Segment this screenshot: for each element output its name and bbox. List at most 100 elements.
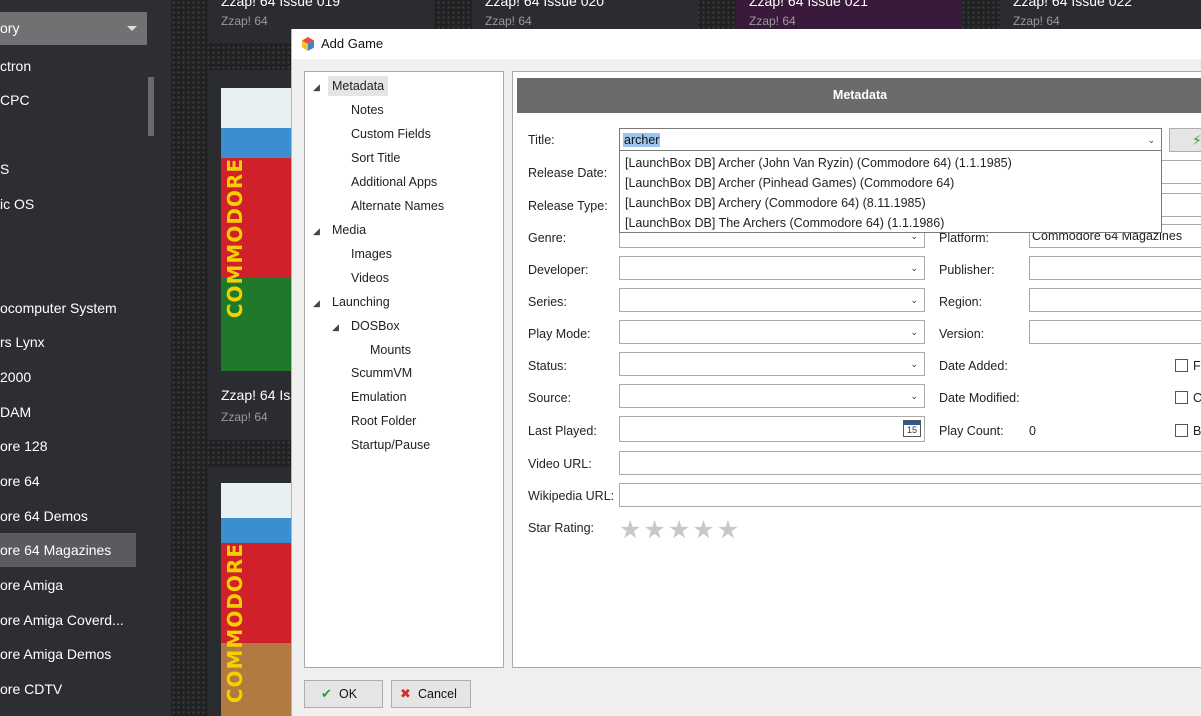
sidebar-item[interactable]: ore CDTV <box>0 672 136 706</box>
publisher-combobox[interactable] <box>1029 256 1201 280</box>
star-rating-control[interactable]: ★★★★★ <box>619 517 741 543</box>
tree-item-additional-apps[interactable]: Additional Apps <box>351 172 437 192</box>
play-mode-label: Play Mode: <box>528 327 591 341</box>
category-combobox[interactable]: ory <box>0 12 147 45</box>
sidebar-item[interactable]: ore Amiga <box>0 568 136 602</box>
card-subtitle: Zzap! 64 <box>221 14 268 28</box>
region-combobox[interactable] <box>1029 288 1201 312</box>
sidebar-item[interactable]: rs Lynx <box>0 325 136 359</box>
tree-item-alternate-names[interactable]: Alternate Names <box>351 196 444 216</box>
sidebar-item[interactable]: CPC <box>0 83 136 117</box>
sidebar-item[interactable]: ore Amiga Demos <box>0 637 136 671</box>
tree-item-dosbox[interactable]: DOSBox <box>351 316 400 336</box>
tree-item-custom-fields[interactable]: Custom Fields <box>351 124 431 144</box>
chevron-down-icon[interactable]: ⌄ <box>1147 135 1155 146</box>
add-game-dialog: Add Game ◢ Metadata Notes Custom Fields … <box>291 29 1201 716</box>
star-icon[interactable]: ★ <box>668 517 690 543</box>
tree-item-notes[interactable]: Notes <box>351 100 384 120</box>
tree-item-emulation[interactable]: Emulation <box>351 387 407 407</box>
status-combobox[interactable]: ⌄ <box>619 352 925 376</box>
broken-checkbox[interactable] <box>1175 424 1188 437</box>
wikipedia-url-input[interactable] <box>619 483 1201 507</box>
sidebar-scrollbar[interactable] <box>148 77 154 136</box>
developer-label: Developer: <box>528 263 589 277</box>
section-tree: ◢ Metadata Notes Custom Fields Sort Titl… <box>304 71 504 668</box>
gallery-card[interactable]: Zzap! 64 Issue 022 Zzap! 64 <box>1000 0 1201 29</box>
version-input[interactable] <box>1029 320 1201 344</box>
platform-sidebar: ory ctron CPC Sic OS ocomputer System rs Lyn… <box>0 0 171 716</box>
expanded-arrow-icon[interactable]: ◢ <box>313 82 320 93</box>
close-icon: ✖ <box>400 686 411 701</box>
source-combobox[interactable]: ⌄ <box>619 384 925 408</box>
gallery-card[interactable]: Zzap! 64 Issue 020 Zzap! 64 <box>472 0 698 29</box>
last-played-datepicker[interactable]: 15 <box>619 416 925 442</box>
tree-item-root-folder[interactable]: Root Folder <box>351 411 416 431</box>
chevron-down-icon: ⌄ <box>910 327 918 337</box>
ok-button[interactable]: ✔ OK <box>304 680 383 708</box>
tree-item-launching[interactable]: Launching <box>332 292 390 312</box>
tree-item-mounts[interactable]: Mounts <box>370 340 411 360</box>
sidebar-item[interactable]: ore Amiga Coverd... <box>0 603 136 637</box>
tree-item-media[interactable]: Media <box>332 220 366 240</box>
expanded-arrow-icon[interactable]: ◢ <box>313 298 320 309</box>
sidebar-item[interactable]: ic OS <box>0 187 136 221</box>
suggestion-item[interactable]: [LaunchBox DB] The Archers (Commodore 64… <box>625 213 944 233</box>
play-mode-combobox[interactable]: ⌄ <box>619 320 925 344</box>
title-label: Title: <box>528 133 555 147</box>
title-combobox[interactable]: archer ⌄ <box>619 128 1162 152</box>
suggestion-item[interactable]: [LaunchBox DB] Archery (Commodore 64) (8… <box>625 193 926 213</box>
gallery-card[interactable]: COMMODORE Zzap! 64 Iss Zzap! 64 <box>208 70 297 440</box>
chevron-down-icon: ⌄ <box>910 391 918 401</box>
expanded-arrow-icon[interactable]: ◢ <box>313 226 320 237</box>
gallery-card[interactable]: Zzap! 64 Issue 021 Zzap! 64 <box>736 0 962 29</box>
developer-combobox[interactable]: ⌄ <box>619 256 925 280</box>
completed-checkbox[interactable] <box>1175 391 1188 404</box>
series-combobox[interactable]: ⌄ <box>619 288 925 312</box>
category-combobox-value: ory <box>0 20 20 36</box>
play-count-value: 0 <box>1029 424 1036 438</box>
video-url-input[interactable] <box>619 451 1201 475</box>
suggestion-item[interactable]: [LaunchBox DB] Archer (John Van Ryzin) (… <box>625 153 1012 173</box>
tree-item-metadata[interactable]: Metadata <box>328 76 389 96</box>
sidebar-item[interactable]: S <box>0 152 136 186</box>
favorite-checkbox[interactable] <box>1175 359 1188 372</box>
gallery-card[interactable]: COMMODORE <box>208 467 293 716</box>
chevron-down-icon: ⌄ <box>910 295 918 305</box>
sidebar-item[interactable]: ore 64 Magazines <box>0 533 136 567</box>
suggestion-item[interactable]: [LaunchBox DB] Archer (Pinhead Games) (C… <box>625 173 954 193</box>
tree-item-sort-title[interactable]: Sort Title <box>351 148 400 168</box>
expanded-arrow-icon[interactable]: ◢ <box>332 322 339 333</box>
sidebar-item[interactable]: DAM <box>0 395 136 429</box>
sidebar-item[interactable]: 2000 <box>0 360 136 394</box>
tree-item-videos[interactable]: Videos <box>351 268 389 288</box>
sidebar-item[interactable]: ctron <box>0 49 136 83</box>
search-metadata-button[interactable]: ⚡ <box>1169 128 1201 152</box>
title-input-value: archer <box>623 133 661 147</box>
calendar-icon[interactable]: 15 <box>903 420 921 437</box>
sidebar-item[interactable]: ore 64 <box>0 464 136 498</box>
broken-checkbox-label: B <box>1193 424 1201 438</box>
star-icon[interactable]: ★ <box>717 517 739 543</box>
sidebar-item[interactable]: ore 128 <box>0 429 136 463</box>
tree-item-images[interactable]: Images <box>351 244 392 264</box>
card-title: Zzap! 64 Issue 022 <box>1013 0 1133 9</box>
star-icon[interactable]: ★ <box>619 517 641 543</box>
tree-item-scummvm[interactable]: ScummVM <box>351 363 412 383</box>
panel-header: Metadata <box>517 78 1201 113</box>
version-label: Version: <box>939 327 985 341</box>
ok-button-label: OK <box>339 687 358 701</box>
sidebar-item[interactable]: ore 64 Demos <box>0 499 136 533</box>
series-label: Series: <box>528 295 567 309</box>
card-title: Zzap! 64 Iss <box>221 387 298 403</box>
star-icon[interactable]: ★ <box>643 517 665 543</box>
cancel-button[interactable]: ✖ Cancel <box>391 680 471 708</box>
chevron-down-icon: ⌄ <box>910 359 918 369</box>
genre-label: Genre: <box>528 231 567 245</box>
star-icon[interactable]: ★ <box>692 517 714 543</box>
dialog-title: Add Game <box>321 36 384 51</box>
date-modified-label: Date Modified: <box>939 391 1020 405</box>
dialog-titlebar[interactable]: Add Game <box>292 29 1201 59</box>
magazine-cover-image: COMMODORE <box>221 483 293 716</box>
sidebar-item[interactable]: ocomputer System <box>0 291 136 325</box>
tree-item-startup-pause[interactable]: Startup/Pause <box>351 435 430 455</box>
